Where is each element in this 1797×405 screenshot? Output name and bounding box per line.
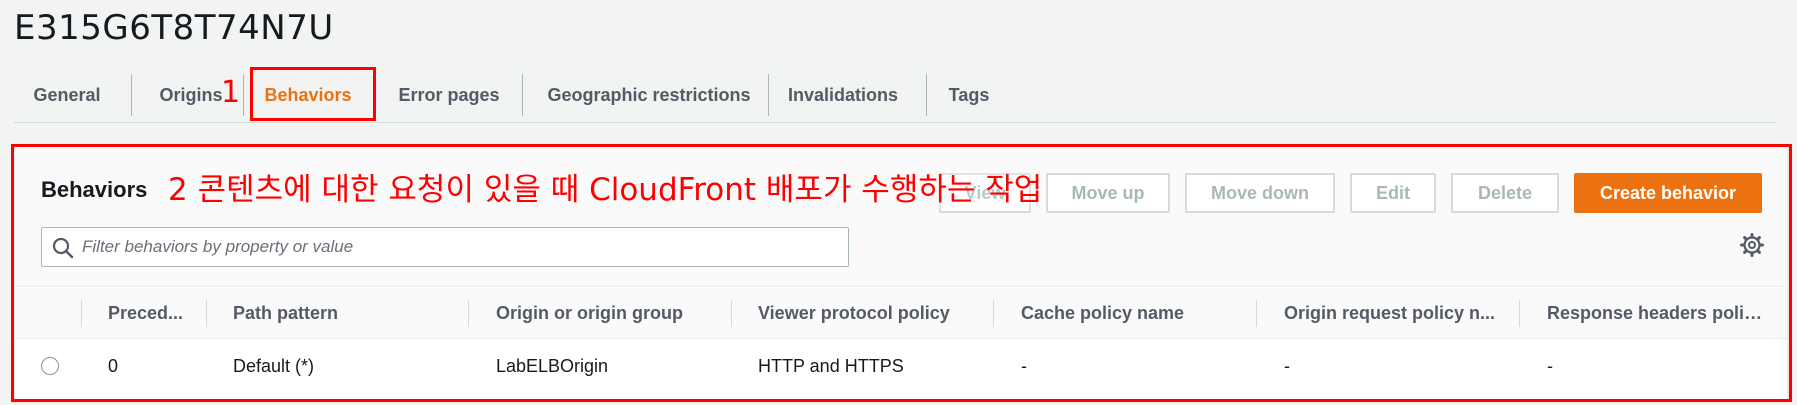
table-row[interactable]: 0 Default (*) LabELBOrigin HTTP and HTTP… [15,340,1787,392]
search-icon [52,237,74,259]
cell-cache-policy-name: - [1021,356,1027,376]
column-header-origin-request-policy[interactable]: Origin request policy n... [1284,288,1506,339]
column-header-viewer-protocol-policy[interactable]: Viewer protocol policy [758,288,988,339]
tab-divider [131,74,132,116]
column-header-response-headers-policy[interactable]: Response headers polic... [1547,288,1769,339]
cell-origin: LabELBOrigin [496,356,609,376]
column-header-path-pattern[interactable]: Path pattern [233,288,463,339]
tab-bar: General Origins Behaviors Error pages Ge… [14,74,1776,116]
edit-button[interactable]: Edit [1350,173,1436,213]
move-down-button[interactable]: Move down [1185,173,1335,213]
tab-general[interactable]: General [22,74,112,116]
column-divider [1256,300,1257,327]
filter-behaviors-input[interactable] [82,228,842,266]
move-up-button[interactable]: Move up [1046,173,1170,213]
column-divider [1519,300,1520,327]
column-divider [468,300,469,327]
page-title: E315G6T8T74N7U [14,8,334,48]
filter-search-box[interactable] [41,227,849,267]
tab-invalidations[interactable]: Invalidations [788,74,898,116]
table-header-row: Preced... Path pattern Origin or origin … [15,288,1787,339]
create-behavior-button[interactable]: Create behavior [1574,173,1762,213]
delete-button[interactable]: Delete [1451,173,1559,213]
tab-divider [522,74,523,116]
tab-divider [243,74,244,116]
view-button[interactable]: View [939,173,1031,213]
tab-behaviors[interactable]: Behaviors [260,74,356,116]
column-divider [81,300,82,327]
behaviors-panel-header: Behaviors View Move up Move down Edit De… [15,147,1787,287]
tab-geographic-restrictions[interactable]: Geographic restrictions [544,74,754,116]
cell-precedence: 0 [108,356,119,376]
tab-tags[interactable]: Tags [944,74,994,116]
behaviors-panel: Behaviors View Move up Move down Edit De… [14,146,1788,401]
column-header-cache-policy-name[interactable]: Cache policy name [1021,288,1251,339]
tab-divider [926,74,927,116]
gear-icon[interactable] [1740,233,1764,257]
column-header-precedence[interactable]: Preced... [108,288,188,339]
cell-origin-request-policy: - [1284,356,1290,376]
column-divider [993,300,994,327]
column-header-origin[interactable]: Origin or origin group [496,288,726,339]
column-divider [731,300,732,327]
tab-divider [768,74,769,116]
tab-bar-divider [14,122,1776,123]
cell-viewer-protocol-policy: HTTP and HTTPS [758,356,904,376]
column-divider [206,300,207,327]
row-select-radio[interactable] [41,357,59,375]
cell-path-pattern: Default (*) [233,356,315,376]
behaviors-panel-title: Behaviors [41,177,148,202]
tab-origins[interactable]: Origins [149,74,233,116]
tab-error-pages[interactable]: Error pages [396,74,502,116]
cell-response-headers-policy: - [1547,356,1553,376]
